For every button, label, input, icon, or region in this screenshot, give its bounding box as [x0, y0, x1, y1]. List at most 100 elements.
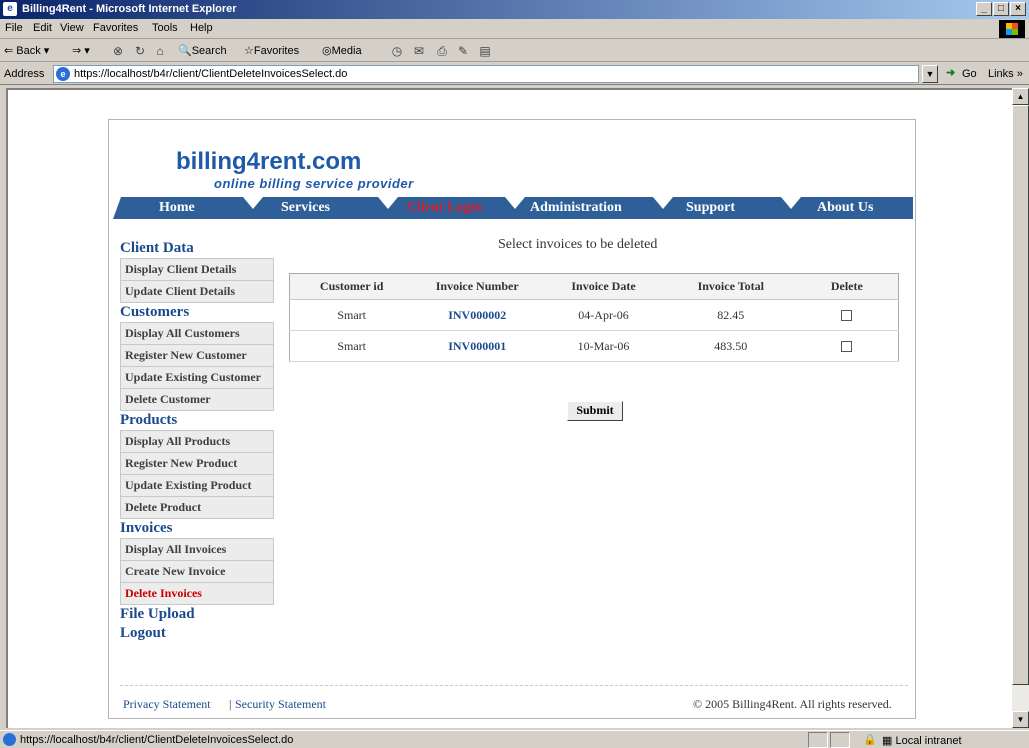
- cell-delete: [795, 299, 899, 331]
- status-panel: [808, 732, 828, 748]
- column-header-delete: Delete: [795, 273, 899, 300]
- cell-invoice-date: 10-Mar-06: [541, 330, 666, 362]
- address-dropdown-button[interactable]: ▼: [922, 65, 938, 83]
- maximize-button[interactable]: □: [993, 2, 1009, 16]
- table-row: Smart INV000002 04-Apr-06 82.45: [289, 299, 899, 331]
- menu-view[interactable]: View: [60, 22, 84, 34]
- history-icon[interactable]: ◷: [389, 43, 405, 59]
- cell-customer-id: Smart: [289, 330, 414, 362]
- menu-favorites[interactable]: Favorites: [93, 22, 138, 34]
- security-zone: ▦ Local intranet: [882, 735, 962, 747]
- sidebar-item-update-existing-customer[interactable]: Update Existing Customer: [120, 367, 274, 389]
- sidebar-item-create-new-invoice[interactable]: Create New Invoice: [120, 561, 274, 583]
- address-input[interactable]: e https://localhost/b4r/client/ClientDel…: [53, 65, 919, 83]
- privacy-statement-link[interactable]: Privacy Statement: [123, 697, 211, 712]
- logo-name: billing4rent.com: [176, 148, 362, 175]
- section-products[interactable]: Products: [120, 411, 274, 430]
- mail-icon[interactable]: ✉: [411, 43, 427, 59]
- go-button[interactable]: Go: [962, 68, 977, 80]
- sidebar-item-delete-product[interactable]: Delete Product: [120, 497, 274, 519]
- cell-customer-id: Smart: [289, 299, 414, 331]
- section-invoices[interactable]: Invoices: [120, 519, 274, 538]
- menu-help[interactable]: Help: [190, 22, 213, 34]
- address-url: https://localhost/b4r/client/ClientDelet…: [74, 68, 348, 80]
- sidebar-item-delete-invoices[interactable]: Delete Invoices: [120, 583, 274, 605]
- security-statement-link[interactable]: Security Statement: [235, 697, 326, 712]
- search-button[interactable]: 🔍Search: [178, 44, 227, 57]
- sidebar-item-register-new-product[interactable]: Register New Product: [120, 453, 274, 475]
- column-header-invoice-date: Invoice Date: [541, 273, 666, 300]
- cell-delete: [795, 330, 899, 362]
- discuss-icon[interactable]: ▤: [477, 43, 493, 59]
- menu-tools[interactable]: Tools: [152, 22, 178, 34]
- invoice-link[interactable]: INV000002: [413, 299, 542, 331]
- section-logout[interactable]: Logout: [120, 624, 274, 643]
- sidebar-item-display-all-products[interactable]: Display All Products: [120, 431, 274, 453]
- close-button[interactable]: ×: [1010, 2, 1026, 16]
- window-title-bar: e Billing4Rent - Microsoft Internet Expl…: [0, 0, 1029, 19]
- edit-icon[interactable]: ✎: [455, 43, 471, 59]
- refresh-icon[interactable]: ↻: [132, 43, 148, 59]
- go-arrow-icon[interactable]: ➜: [946, 66, 955, 79]
- sidebar-item-display-all-invoices[interactable]: Display All Invoices: [120, 539, 274, 561]
- forward-button[interactable]: ⇒ ▾: [72, 44, 90, 57]
- sidebar-item-update-existing-product[interactable]: Update Existing Product: [120, 475, 274, 497]
- section-client-data[interactable]: Client Data: [120, 239, 274, 258]
- home-icon[interactable]: ⌂: [152, 43, 168, 59]
- cell-invoice-date: 04-Apr-06: [541, 299, 666, 331]
- footer-separator: |: [229, 697, 232, 711]
- page-container: billing4rent.com online billing service …: [108, 119, 916, 719]
- submit-button[interactable]: Submit: [567, 401, 623, 421]
- column-header-customer-id: Customer id: [289, 273, 414, 300]
- sidebar-item-update-client-details[interactable]: Update Client Details: [120, 281, 274, 303]
- toolbar: ⇐ Back ▾ ⇒ ▾ ⊗ ↻ ⌂ 🔍Search ☆Favorites ◎M…: [0, 40, 1029, 62]
- table-row: Smart INV000001 10-Mar-06 483.50: [289, 330, 899, 362]
- delete-checkbox[interactable]: [841, 341, 853, 353]
- favorites-button[interactable]: ☆Favorites: [244, 44, 299, 57]
- nav-client-login[interactable]: Client Login: [407, 200, 482, 216]
- nav-bar-background: [113, 197, 913, 219]
- stop-icon[interactable]: ⊗: [110, 43, 126, 59]
- page-icon: e: [56, 67, 70, 81]
- footer-divider: [120, 685, 908, 686]
- nav-administration[interactable]: Administration: [530, 200, 622, 216]
- sidebar-item-display-client-details[interactable]: Display Client Details: [120, 259, 274, 281]
- media-button[interactable]: ◎Media: [322, 44, 362, 57]
- sidebar: Client Data Display Client Details Updat…: [120, 239, 274, 643]
- page-title: Select invoices to be deleted: [498, 237, 658, 252]
- scroll-up-button[interactable]: ▲: [1012, 88, 1029, 105]
- print-icon[interactable]: ⎙: [434, 43, 450, 59]
- table-header-row: Customer id Invoice Number Invoice Date …: [289, 273, 899, 300]
- nav-services[interactable]: Services: [281, 200, 330, 216]
- links-button[interactable]: Links »: [988, 68, 1023, 80]
- scroll-down-button[interactable]: ▼: [1012, 711, 1029, 728]
- section-customers[interactable]: Customers: [120, 303, 274, 322]
- column-header-invoice-total: Invoice Total: [665, 273, 796, 300]
- site-logo[interactable]: billing4rent.com online billing service …: [176, 142, 476, 192]
- invoice-link[interactable]: INV000001: [413, 330, 542, 362]
- menu-edit[interactable]: Edit: [33, 22, 52, 34]
- vertical-scrollbar[interactable]: ▲ ▼: [1012, 88, 1029, 728]
- menu-bar: File Edit View Favorites Tools Help: [0, 19, 1029, 39]
- back-button[interactable]: ⇐ Back ▾: [4, 44, 49, 57]
- menu-file[interactable]: File: [5, 22, 23, 34]
- nav-about-us[interactable]: About Us: [817, 200, 873, 216]
- sidebar-item-register-new-customer[interactable]: Register New Customer: [120, 345, 274, 367]
- status-bar: https://localhost/b4r/client/ClientDelet…: [0, 730, 1029, 748]
- section-file-upload[interactable]: File Upload: [120, 605, 274, 624]
- scroll-thumb[interactable]: [1012, 105, 1029, 685]
- copyright-text: © 2005 Billing4Rent. All rights reserved…: [693, 697, 892, 711]
- nav-home[interactable]: Home: [159, 200, 195, 216]
- delete-checkbox[interactable]: [841, 310, 853, 322]
- page-status-icon: [3, 733, 16, 746]
- address-bar: Address e https://localhost/b4r/client/C…: [0, 63, 1029, 85]
- logo-tagline: online billing service provider: [214, 176, 414, 191]
- nav-support[interactable]: Support: [686, 200, 735, 216]
- lock-icon: 🔒: [863, 734, 877, 746]
- column-header-invoice-number: Invoice Number: [413, 273, 542, 300]
- sidebar-item-delete-customer[interactable]: Delete Customer: [120, 389, 274, 411]
- cell-invoice-total: 483.50: [665, 330, 796, 362]
- sidebar-item-display-all-customers[interactable]: Display All Customers: [120, 323, 274, 345]
- minimize-button[interactable]: _: [976, 2, 992, 16]
- ie-logo-icon: e: [3, 2, 17, 16]
